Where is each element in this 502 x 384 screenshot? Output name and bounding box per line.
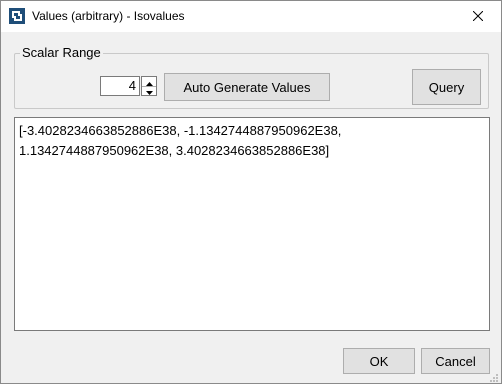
query-button[interactable]: Query — [412, 69, 481, 105]
title-bar[interactable]: Values (arbitrary) - Isovalues — [1, 1, 501, 32]
isovalues-dialog: Values (arbitrary) - Isovalues Scalar Ra… — [0, 0, 502, 384]
window-title: Values (arbitrary) - Isovalues — [32, 9, 185, 23]
auto-generate-values-button[interactable]: Auto Generate Values — [164, 73, 330, 101]
values-text-area[interactable]: [-3.4028234663852886E38, -1.134274488795… — [14, 117, 490, 331]
resize-grip-icon[interactable] — [489, 371, 499, 382]
close-icon — [472, 9, 484, 24]
app-icon — [9, 8, 25, 24]
close-button[interactable] — [455, 1, 501, 32]
value-count-input[interactable]: 4 — [100, 76, 140, 96]
ok-button[interactable]: OK — [343, 348, 415, 374]
chevron-down-icon — [145, 83, 153, 98]
scalar-range-label: Scalar Range — [20, 45, 103, 60]
cancel-button[interactable]: Cancel — [421, 348, 490, 374]
spin-down-button[interactable] — [142, 86, 156, 95]
value-count-spinner — [141, 76, 157, 96]
